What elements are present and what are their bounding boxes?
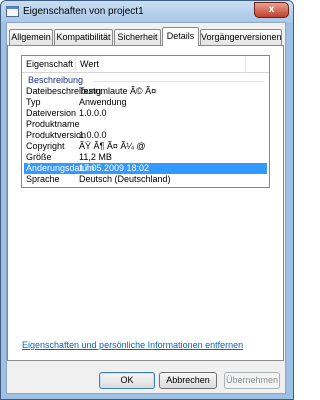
close-button[interactable]: x (254, 2, 289, 18)
list-header: Eigenschaft Wert (22, 56, 269, 73)
property-value: 17.05.2009 18:02 (79, 163, 150, 173)
window-title: Eigenschaften von project1 (23, 6, 144, 17)
property-value: 1.0.0.0 (79, 108, 107, 118)
property-value: 11,2 MB (79, 152, 112, 162)
tab-details[interactable]: Details (162, 27, 199, 46)
ok-button[interactable]: OK (99, 372, 155, 389)
property-name: Copyright (26, 141, 65, 151)
tab-strip: Allgemein Kompatibilität Sicherheit Deta… (7, 27, 285, 46)
remove-properties-link[interactable]: Eigenschaften und persönliche Informatio… (22, 340, 243, 350)
tab-sicherheit[interactable]: Sicherheit (114, 29, 161, 45)
list-item[interactable]: Typ Anwendung (24, 97, 267, 108)
list-item[interactable]: Größe 11,2 MB (24, 152, 267, 163)
property-name: Größe (26, 152, 52, 162)
title-bar[interactable]: Eigenschaften von project1 x (1, 1, 293, 23)
tab-allgemein[interactable]: Allgemein (9, 29, 53, 45)
column-separator[interactable] (245, 56, 246, 73)
group-divider (94, 81, 264, 82)
list-item[interactable]: Produktversion 1.0.0.0 (24, 130, 267, 141)
cancel-button[interactable]: Abbrechen (159, 372, 217, 389)
property-name: Produktname (26, 119, 80, 129)
property-name: Sprache (26, 174, 60, 184)
tab-vorgaengerversionen[interactable]: Vorgängerversionen (200, 29, 282, 45)
list-item[interactable]: Sprache Deutsch (Deutschland) (24, 174, 267, 185)
list-item[interactable]: Dateibeschreibung Testumlaute Ã© Ã¤ (24, 86, 267, 97)
details-listview[interactable]: Eigenschaft Wert Beschreibung Dateibesch… (21, 55, 270, 188)
group-label-beschreibung: Beschreibung (28, 75, 84, 85)
list-item[interactable]: Dateiversion 1.0.0.0 (24, 108, 267, 119)
tab-kompatibilitaet[interactable]: Kompatibilität (54, 29, 113, 45)
list-item[interactable]: Produktname (24, 119, 267, 130)
column-separator[interactable] (75, 56, 76, 73)
property-name: Typ (26, 97, 41, 107)
property-value: ÃŸ Ã¶ Ã¤ Ã¼ @ (79, 141, 146, 151)
property-name: Dateiversion (26, 108, 77, 118)
property-value: 1.0.0.0 (79, 130, 107, 140)
property-name: Produktversion (26, 130, 87, 140)
property-value: Deutsch (Deutschland) (79, 174, 171, 184)
column-header-value[interactable]: Wert (80, 59, 99, 69)
list-item[interactable]: Copyright ÃŸ Ã¶ Ã¤ Ã¼ @ (24, 141, 267, 152)
application-icon (6, 6, 19, 17)
property-value: Anwendung (79, 97, 127, 107)
apply-button[interactable]: Übernehmen (224, 372, 280, 389)
property-value: Testumlaute Ã© Ã¤ (79, 86, 157, 96)
list-item-selected[interactable]: Änderungsdatum 17.05.2009 18:02 (24, 163, 267, 174)
column-header-property[interactable]: Eigenschaft (26, 59, 73, 69)
